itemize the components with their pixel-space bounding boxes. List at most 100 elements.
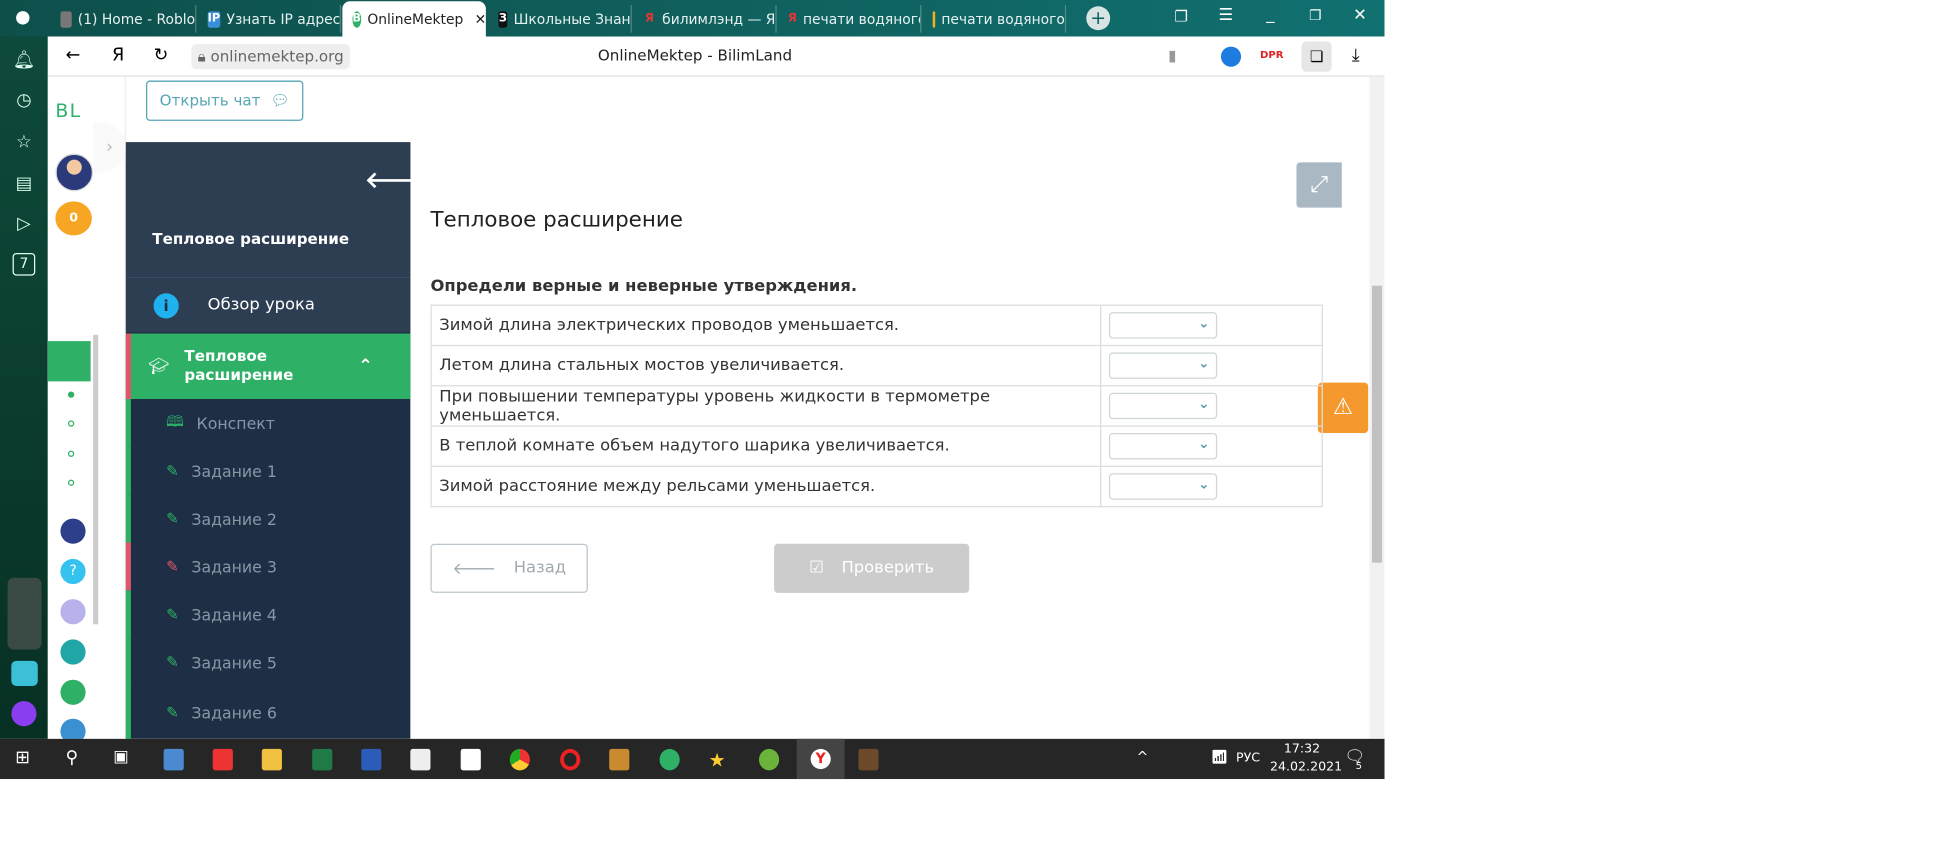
opera-icon[interactable] — [560, 748, 581, 771]
menu-icon[interactable]: ☰ — [1218, 6, 1233, 25]
help-icon[interactable]: ? — [60, 558, 86, 585]
profile-icon[interactable]: ● — [15, 8, 30, 28]
lesson-overview-item[interactable]: i Обзор урока — [125, 278, 411, 333]
utorrent-icon[interactable] — [758, 748, 780, 771]
start-icon[interactable]: ⊞ — [15, 748, 30, 768]
star-app-icon[interactable]: ★ — [709, 749, 729, 772]
restore-icon[interactable]: ❐ — [1309, 8, 1321, 24]
bl-logo[interactable]: BL — [55, 99, 81, 122]
dot-icon[interactable] — [67, 420, 75, 427]
minimize-icon[interactable]: _ — [1266, 5, 1274, 24]
lesson-item[interactable]: 🕮︎ Конспект — [125, 399, 410, 447]
dot-icon[interactable] — [67, 479, 75, 486]
section-item-active[interactable]: 🎓︎ Тепловое расширение ⌃ — [125, 333, 411, 400]
task-view-icon[interactable]: ▣ — [113, 748, 128, 767]
tab[interactable]: Ябилимлэнд — Я — [633, 5, 777, 33]
info-icon: i — [153, 292, 179, 318]
section-label: Тепловое расширение — [184, 347, 294, 384]
reader-icon[interactable]: ❏ — [1301, 41, 1332, 72]
app-icon[interactable] — [212, 748, 233, 771]
true-false-select[interactable]: ⌄ — [1108, 392, 1218, 420]
expand-sidebar-button[interactable]: › — [93, 122, 126, 173]
bell-icon[interactable]: 🔔︎ — [13, 49, 36, 72]
report-problem-button[interactable]: ⚠ — [1317, 382, 1369, 433]
play-icon[interactable]: ▷ — [13, 213, 36, 236]
close-window-icon[interactable]: ✕ — [1353, 6, 1367, 25]
back-icon[interactable]: ← — [65, 45, 80, 65]
tab[interactable]: (1) Home - Roblo — [50, 5, 197, 33]
tab[interactable]: Япечати водяного — [778, 5, 922, 33]
bilim-book-icon[interactable] — [60, 718, 86, 739]
tab-label: OnlineMektep — [367, 10, 464, 28]
game-icon[interactable] — [609, 748, 630, 771]
star-icon[interactable]: ☆ — [13, 131, 36, 154]
word-icon[interactable] — [361, 748, 382, 771]
tab-active[interactable]: B OnlineMektep ✕ — [342, 1, 486, 37]
clock-date[interactable]: 24.02.2021 — [1270, 760, 1342, 774]
book-icon: 🕮︎ — [166, 412, 184, 430]
yandex-home-icon[interactable]: Я — [112, 45, 124, 65]
avatar[interactable] — [55, 153, 94, 192]
lesson-item[interactable]: ✎ Задание 4 — [125, 590, 410, 639]
check-button[interactable]: ☑ Проверить — [774, 543, 970, 593]
lesson-item[interactable]: ✎ Задание 6 — [125, 685, 410, 739]
chrome-icon[interactable] — [509, 748, 530, 771]
lesson-title: Тепловое расширение — [152, 230, 350, 248]
tabs-list-icon[interactable]: ❐ — [1174, 8, 1188, 26]
yandex-icon: Я — [787, 11, 797, 25]
clock-time[interactable]: 17:32 — [1284, 743, 1320, 757]
sidebar-scrollbar[interactable] — [93, 334, 99, 625]
dpr-extension-icon[interactable]: DPR — [1260, 49, 1284, 60]
lesson-item[interactable]: ✎ Задание 3 — [125, 542, 410, 591]
lesson-item[interactable]: ✎ Задание 1 — [125, 446, 410, 495]
new-tab-icon[interactable]: + — [1086, 6, 1111, 31]
tray-chevron-icon[interactable]: ^ — [1137, 749, 1149, 765]
alice-icon[interactable] — [11, 701, 37, 727]
edit-icon: ✎ — [166, 461, 179, 480]
notepad-icon[interactable] — [460, 748, 481, 771]
dot-icon[interactable] — [67, 450, 75, 457]
download-icon[interactable]: ⤓ — [1352, 45, 1360, 65]
smart-nation-icon[interactable] — [60, 518, 86, 544]
bilim-center-icon[interactable] — [60, 639, 86, 665]
mail-agent-icon[interactable] — [659, 748, 680, 771]
back-button[interactable]: 🡐 Назад — [430, 543, 588, 593]
alice-widget[interactable] — [7, 577, 42, 650]
tab[interactable]: З Школьные Знан — [488, 5, 632, 33]
bilim-land-icon[interactable] — [60, 679, 86, 705]
dot-icon[interactable] — [67, 391, 75, 398]
minecraft-icon[interactable] — [858, 748, 879, 771]
badge-icon[interactable]: 7 — [12, 252, 36, 276]
reload-icon[interactable]: ↻ — [154, 45, 169, 65]
true-false-select[interactable]: ⌄ — [1108, 352, 1218, 379]
true-false-select[interactable]: ⌄ — [1108, 432, 1218, 460]
onlinemektep-app-icon[interactable] — [47, 341, 91, 382]
language-indicator[interactable]: РУС — [1236, 751, 1260, 765]
url-field[interactable]: 🔒︎ onlinemektep.org — [191, 44, 350, 70]
bookmark-icon[interactable]: ▮ — [1168, 47, 1176, 65]
extension-icon[interactable] — [1220, 46, 1242, 67]
excel-icon[interactable] — [312, 748, 333, 771]
collapse-arrow-icon[interactable]: 🡐 — [365, 167, 426, 193]
library-icon[interactable] — [60, 599, 86, 625]
true-false-select[interactable]: ⌄ — [1108, 473, 1218, 500]
lesson-item[interactable]: ✎ Задание 5 — [125, 638, 410, 686]
history-icon[interactable]: ◷ — [13, 89, 36, 112]
yandex-browser-icon[interactable]: Y — [796, 738, 845, 780]
collections-icon[interactable]: ▤ — [13, 172, 36, 195]
lesson-item[interactable]: ✎ Задание 2 — [125, 494, 410, 543]
fullscreen-button[interactable]: ⤢ — [1296, 162, 1342, 208]
search-icon[interactable]: ⚲ — [65, 748, 78, 768]
yandex-icon[interactable] — [410, 748, 431, 771]
file-explorer-icon[interactable] — [261, 748, 282, 771]
network-icon[interactable]: 📶︎ — [1211, 749, 1229, 765]
page-scrollbar[interactable] — [1369, 76, 1385, 739]
close-tab-icon[interactable]: ✕ — [475, 11, 486, 27]
chevron-up-icon[interactable]: ⌃ — [358, 356, 373, 376]
tab[interactable]: IP Узнать IP адрес — [198, 5, 342, 33]
true-false-select[interactable]: ⌄ — [1108, 312, 1218, 339]
tab[interactable]: печати водяного — [923, 5, 1067, 33]
telegram-icon[interactable] — [11, 660, 38, 686]
app-icon[interactable] — [163, 748, 184, 771]
open-chat-button[interactable]: Открыть чат 💬︎ — [146, 80, 304, 121]
